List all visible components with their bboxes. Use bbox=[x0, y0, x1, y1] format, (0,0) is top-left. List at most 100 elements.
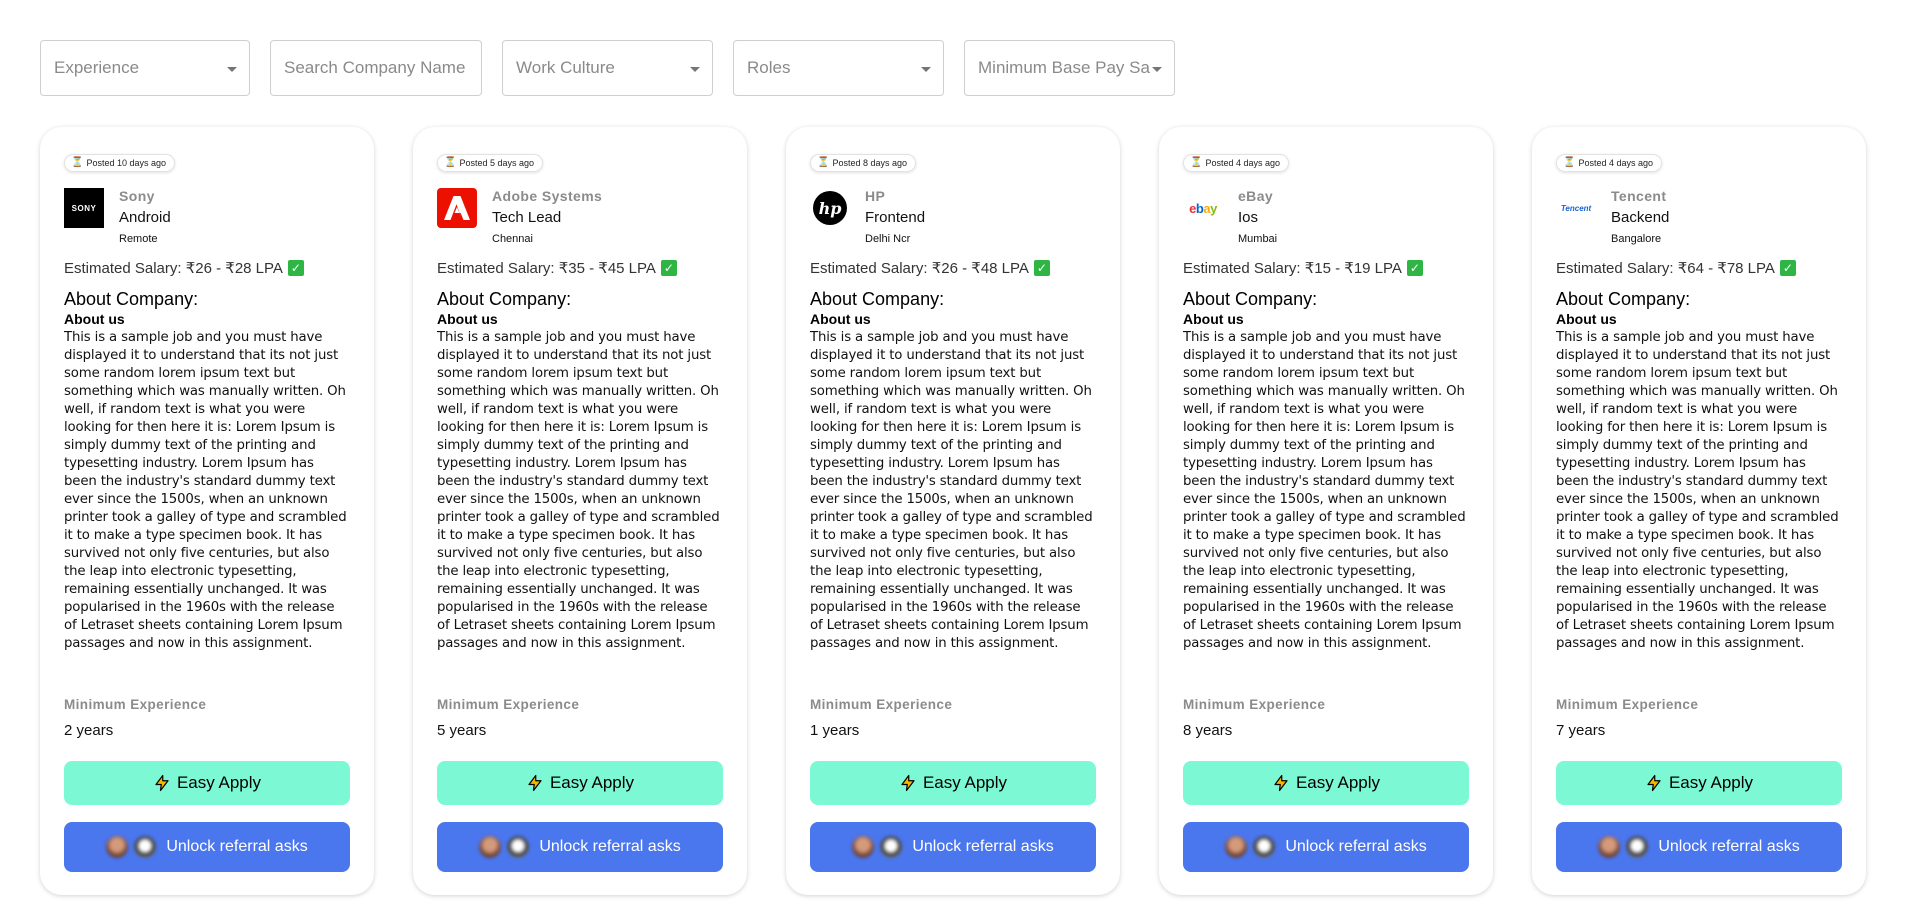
company-header: hp HP Frontend Delhi Ncr bbox=[810, 188, 1096, 245]
hourglass-icon: ⏳ bbox=[1563, 157, 1576, 168]
unlock-referral-button[interactable]: Unlock referral asks bbox=[1556, 822, 1842, 872]
min-base-pay-select[interactable]: Minimum Base Pay Salary bbox=[964, 40, 1175, 96]
min-experience-label: Minimum Experience bbox=[1556, 697, 1699, 712]
chevron-down-icon bbox=[690, 67, 700, 72]
lightning-icon bbox=[1647, 774, 1661, 792]
lightning-icon bbox=[155, 774, 169, 792]
about-company-text: This is a sample job and you must have d… bbox=[437, 330, 720, 651]
company-header: SONY Sony Android Remote bbox=[64, 188, 350, 245]
job-role: Android bbox=[119, 209, 171, 226]
unlock-referral-button[interactable]: Unlock referral asks bbox=[64, 822, 350, 872]
min-experience-label: Minimum Experience bbox=[810, 697, 953, 712]
about-company-text: This is a sample job and you must have d… bbox=[1183, 330, 1466, 651]
job-role: Frontend bbox=[865, 209, 926, 226]
about-us-heading: About us bbox=[64, 311, 125, 327]
easy-apply-label: Easy Apply bbox=[549, 773, 635, 792]
min-base-pay-select-label: Minimum Base Pay Salary bbox=[978, 58, 1150, 77]
easy-apply-label: Easy Apply bbox=[1295, 773, 1381, 792]
company-name: HP bbox=[865, 188, 886, 204]
svg-text:hp: hp bbox=[819, 199, 842, 218]
job-meta: Tencent Backend Bangalore bbox=[1611, 188, 1669, 245]
min-experience-value: 1 years bbox=[810, 722, 860, 739]
avatar bbox=[1225, 836, 1248, 858]
salary-text: Estimated Salary: ₹35 - ₹45 LPA bbox=[437, 260, 656, 277]
company-logo: SONY bbox=[64, 188, 104, 228]
job-role: Tech Lead bbox=[492, 209, 562, 226]
company-search-input[interactable]: Search Company Name bbox=[270, 40, 482, 96]
lightning-icon bbox=[528, 774, 542, 792]
about-company-title: About Company: bbox=[64, 289, 199, 309]
ebay-logo-icon: ebay bbox=[1189, 200, 1217, 216]
job-card: ⏳ Posted 10 days ago SONY Sony Android R… bbox=[40, 127, 374, 895]
posted-text: Posted 8 days ago bbox=[832, 158, 908, 168]
check-icon: ✓ bbox=[660, 260, 677, 276]
hp-circle-icon: hp bbox=[813, 191, 847, 225]
job-meta: Sony Android Remote bbox=[119, 188, 171, 245]
lightning-icon bbox=[1274, 774, 1288, 792]
tencent-logo-text: Tencent bbox=[1560, 203, 1592, 213]
filter-bar: Experience Search Company Name Work Cult… bbox=[40, 40, 1175, 96]
job-meta: Adobe Systems Tech Lead Chennai bbox=[492, 188, 602, 245]
estimated-salary: Estimated Salary: ₹64 - ₹78 LPA ✓ bbox=[1556, 259, 1842, 277]
about-company-text: This is a sample job and you must have d… bbox=[64, 330, 347, 651]
min-experience-label: Minimum Experience bbox=[437, 697, 580, 712]
company-header: Adobe Systems Tech Lead Chennai bbox=[437, 188, 723, 245]
job-card: ⏳ Posted 8 days ago hp HP Frontend Delhi… bbox=[786, 127, 1120, 895]
unlock-referral-button[interactable]: Unlock referral asks bbox=[1183, 822, 1469, 872]
referrer-avatars bbox=[1225, 836, 1276, 858]
work-culture-select-label: Work Culture bbox=[516, 58, 615, 77]
company-name: Adobe Systems bbox=[492, 188, 603, 204]
avatar bbox=[106, 836, 129, 858]
posted-text: Posted 5 days ago bbox=[459, 158, 535, 168]
experience-select[interactable]: Experience bbox=[40, 40, 250, 96]
easy-apply-button[interactable]: Easy Apply bbox=[64, 761, 350, 805]
easy-apply-button[interactable]: Easy Apply bbox=[437, 761, 723, 805]
unlock-referral-button[interactable]: Unlock referral asks bbox=[810, 822, 1096, 872]
unlock-referral-label: Unlock referral asks bbox=[1285, 838, 1427, 855]
sony-logo-text: SONY bbox=[71, 203, 97, 213]
hourglass-icon: ⏳ bbox=[1190, 157, 1203, 168]
referrer-avatars bbox=[852, 836, 903, 858]
estimated-salary: Estimated Salary: ₹15 - ₹19 LPA ✓ bbox=[1183, 259, 1469, 277]
estimated-salary: Estimated Salary: ₹35 - ₹45 LPA ✓ bbox=[437, 259, 723, 277]
unlock-referral-button[interactable]: Unlock referral asks bbox=[437, 822, 723, 872]
about-company-title: About Company: bbox=[810, 289, 945, 309]
easy-apply-button[interactable]: Easy Apply bbox=[1556, 761, 1842, 805]
company-search-placeholder: Search Company Name bbox=[284, 58, 466, 77]
min-experience-label: Minimum Experience bbox=[64, 697, 207, 712]
referrer-avatars bbox=[479, 836, 530, 858]
posted-text: Posted 4 days ago bbox=[1578, 158, 1654, 168]
adobe-logo-icon bbox=[437, 188, 477, 228]
roles-select-label: Roles bbox=[747, 58, 791, 77]
hp-logo-icon: hp bbox=[810, 188, 850, 228]
referrer-avatars bbox=[1598, 836, 1649, 858]
about-company-title: About Company: bbox=[1183, 289, 1318, 309]
company-header: ebay eBay Ios Mumbai bbox=[1183, 188, 1469, 245]
easy-apply-label: Easy Apply bbox=[1668, 773, 1754, 792]
easy-apply-button[interactable]: Easy Apply bbox=[810, 761, 1096, 805]
easy-apply-button[interactable]: Easy Apply bbox=[1183, 761, 1469, 805]
easy-apply-label: Easy Apply bbox=[176, 773, 262, 792]
job-meta: HP Frontend Delhi Ncr bbox=[865, 188, 925, 245]
work-culture-select[interactable]: Work Culture bbox=[502, 40, 713, 96]
roles-select[interactable]: Roles bbox=[733, 40, 944, 96]
job-card: ⏳ Posted 5 days ago Adobe Systems Tech L… bbox=[413, 127, 747, 895]
job-location: Bangalore bbox=[1611, 233, 1662, 245]
posted-badge: ⏳ Posted 5 days ago bbox=[437, 154, 544, 172]
salary-text: Estimated Salary: ₹26 - ₹48 LPA bbox=[810, 260, 1029, 277]
avatar bbox=[479, 836, 502, 858]
avatar bbox=[1253, 836, 1276, 858]
hourglass-icon: ⏳ bbox=[817, 157, 830, 168]
adobe-a-icon bbox=[444, 196, 470, 220]
job-location: Remote bbox=[119, 233, 158, 245]
about-company-title: About Company: bbox=[1556, 289, 1691, 309]
check-icon: ✓ bbox=[1406, 260, 1423, 276]
chevron-down-icon bbox=[921, 67, 931, 72]
about-us-heading: About us bbox=[437, 311, 498, 327]
job-location: Chennai bbox=[492, 233, 533, 245]
about-company-title: About Company: bbox=[437, 289, 572, 309]
job-card: ⏳ Posted 4 days ago Tencent Tencent Back… bbox=[1532, 127, 1866, 895]
company-name: Sony bbox=[119, 188, 155, 204]
posted-text: Posted 4 days ago bbox=[1205, 158, 1281, 168]
lightning-icon bbox=[901, 774, 915, 792]
